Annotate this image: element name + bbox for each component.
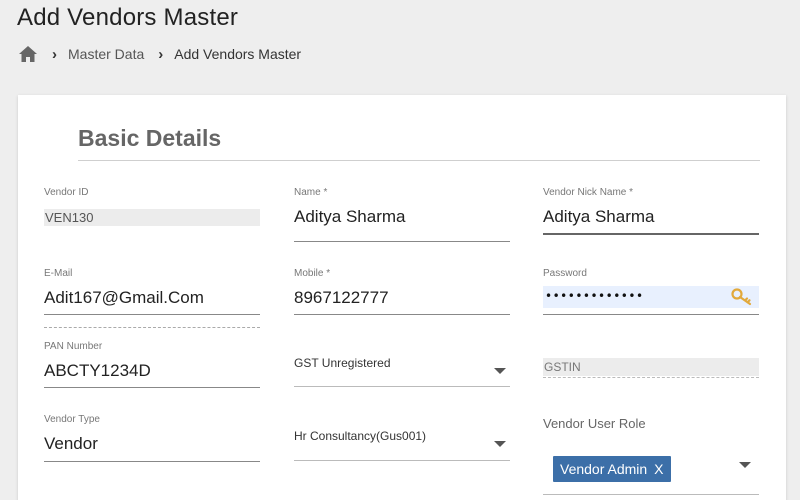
vendor-id-label: Vendor ID bbox=[44, 187, 89, 198]
password-input[interactable]: ••••••••••••• bbox=[543, 286, 759, 308]
gst-status-value: GST Unregistered bbox=[294, 356, 391, 370]
user-role-label: Vendor User Role bbox=[543, 416, 646, 431]
email-label: E-Mail bbox=[44, 268, 73, 279]
section-divider bbox=[78, 160, 760, 161]
name-underline bbox=[294, 241, 510, 242]
vendor-id-underline bbox=[44, 327, 260, 328]
chevron-down-icon[interactable] bbox=[494, 368, 506, 374]
user-role-underline bbox=[543, 494, 759, 495]
mobile-underline bbox=[294, 314, 510, 315]
home-icon[interactable] bbox=[18, 45, 38, 63]
vendor-admin-chip: Vendor Admin X bbox=[553, 456, 671, 482]
breadcrumb-master-data[interactable]: Master Data bbox=[68, 46, 144, 62]
vendor-form-card: Basic Details Vendor ID VEN130 Name * Ad… bbox=[18, 95, 786, 500]
page-title: Add Vendors Master bbox=[17, 4, 239, 31]
password-underline bbox=[543, 314, 759, 315]
pan-underline bbox=[44, 387, 260, 388]
breadcrumb: › Master Data › Add Vendors Master bbox=[18, 44, 301, 64]
mobile-input[interactable]: 8967122777 bbox=[294, 288, 389, 308]
password-label: Password bbox=[543, 268, 587, 279]
category-value: Hr Consultancy(Gus001) bbox=[294, 429, 427, 443]
email-underline bbox=[44, 314, 260, 315]
gstin-underline bbox=[543, 377, 759, 378]
nick-name-label: Vendor Nick Name * bbox=[543, 187, 634, 198]
vendor-type-label: Vendor Type bbox=[44, 414, 100, 425]
key-icon[interactable] bbox=[731, 288, 753, 306]
chip-label: Vendor Admin bbox=[560, 461, 648, 477]
chevron-down-icon[interactable] bbox=[739, 462, 751, 468]
section-title: Basic Details bbox=[78, 125, 222, 151]
pan-label: PAN Number bbox=[44, 341, 103, 352]
vendor-type-input[interactable]: Vendor bbox=[44, 434, 98, 454]
chip-remove-icon[interactable]: X bbox=[654, 461, 663, 477]
category-underline bbox=[294, 460, 510, 461]
vendor-id-value: VEN130 bbox=[44, 209, 260, 226]
gstin-input: GSTIN bbox=[543, 358, 759, 376]
name-label: Name * bbox=[294, 187, 328, 198]
breadcrumb-current: Add Vendors Master bbox=[174, 46, 302, 62]
vendor-type-underline bbox=[44, 461, 260, 462]
gst-status-underline bbox=[294, 386, 510, 387]
chevron-right-icon: › bbox=[158, 45, 164, 63]
chevron-down-icon[interactable] bbox=[494, 441, 506, 447]
email-input[interactable]: Adit167@Gmail.Com bbox=[44, 288, 204, 308]
password-mask: ••••••••••••• bbox=[545, 289, 644, 303]
chevron-right-icon: › bbox=[52, 45, 57, 63]
mobile-label: Mobile * bbox=[294, 268, 331, 279]
nick-name-input[interactable]: Aditya Sharma bbox=[543, 207, 655, 227]
nick-name-underline bbox=[543, 233, 759, 235]
name-input[interactable]: Aditya Sharma bbox=[294, 207, 406, 227]
pan-input[interactable]: ABCTY1234D bbox=[44, 361, 151, 381]
